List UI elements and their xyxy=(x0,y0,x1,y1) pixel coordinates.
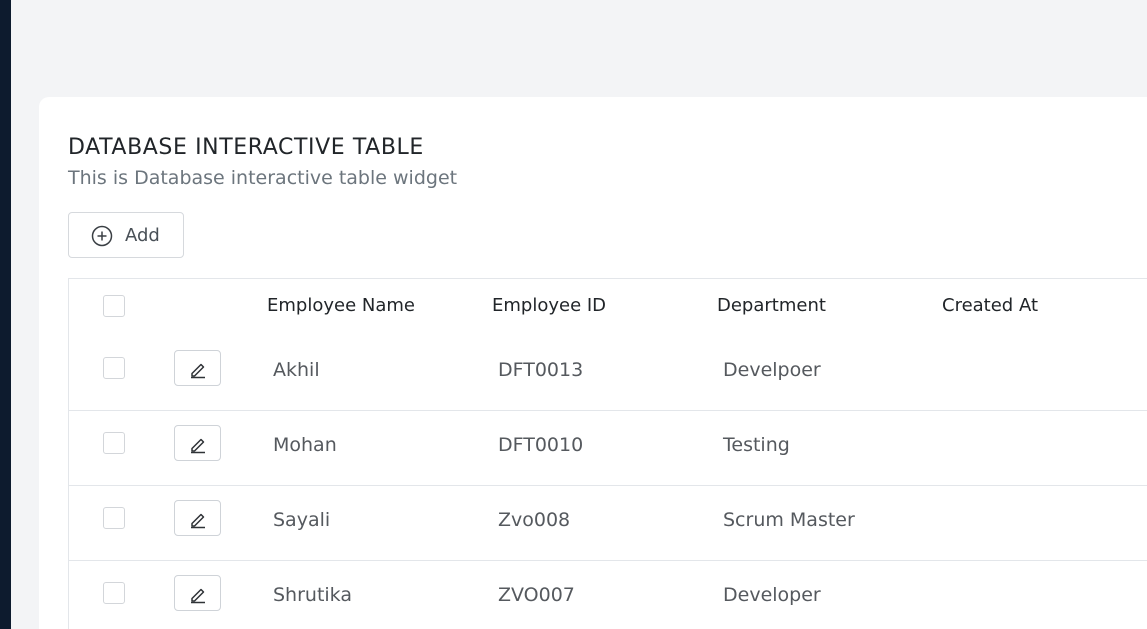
employee-table: Employee Name Employee ID Department Cre… xyxy=(68,278,1147,629)
pencil-icon xyxy=(191,513,205,529)
cell-employee-id: DFT0010 xyxy=(498,434,584,456)
left-sidebar-rail xyxy=(0,0,11,629)
column-header-created-at[interactable]: Created At xyxy=(942,295,1038,316)
cell-department: Develpoer xyxy=(723,359,821,381)
row-checkbox[interactable] xyxy=(103,507,125,529)
edit-button[interactable] xyxy=(174,425,221,461)
select-all-checkbox[interactable] xyxy=(103,295,125,317)
cell-employee-name: Mohan xyxy=(273,434,337,456)
table-row: Mohan DFT0010 Testing xyxy=(69,411,1147,486)
column-header-employee-name[interactable]: Employee Name xyxy=(267,295,415,316)
cell-employee-name: Akhil xyxy=(273,359,320,381)
cell-employee-id: DFT0013 xyxy=(498,359,584,381)
pencil-icon xyxy=(191,363,205,379)
plus-circle-icon xyxy=(91,225,113,247)
widget-title: DATABASE INTERACTIVE TABLE xyxy=(68,135,424,160)
pencil-icon xyxy=(191,438,205,454)
add-button[interactable]: Add xyxy=(68,212,184,258)
column-header-employee-id[interactable]: Employee ID xyxy=(492,295,606,316)
table-row: Akhil DFT0013 Develpoer xyxy=(69,336,1147,411)
cell-employee-id: ZVO007 xyxy=(498,584,575,606)
add-button-label: Add xyxy=(125,225,160,246)
cell-employee-name: Sayali xyxy=(273,509,331,531)
row-checkbox[interactable] xyxy=(103,582,125,604)
cell-employee-id: Zvo008 xyxy=(498,509,571,531)
cell-department: Testing xyxy=(723,434,790,456)
cell-employee-name: Shrutika xyxy=(273,584,352,606)
row-checkbox[interactable] xyxy=(103,432,125,454)
table-header: Employee Name Employee ID Department Cre… xyxy=(69,279,1147,335)
table-row: Sayali Zvo008 Scrum Master xyxy=(69,486,1147,561)
widget-subtitle: This is Database interactive table widge… xyxy=(68,167,458,189)
edit-button[interactable] xyxy=(174,575,221,611)
row-checkbox[interactable] xyxy=(103,357,125,379)
table-row: Shrutika ZVO007 Developer xyxy=(69,561,1147,629)
pencil-icon xyxy=(191,588,205,604)
edit-button[interactable] xyxy=(174,500,221,536)
cell-department: Scrum Master xyxy=(723,509,855,531)
column-header-department[interactable]: Department xyxy=(717,295,826,316)
edit-button[interactable] xyxy=(174,350,221,386)
cell-department: Developer xyxy=(723,584,821,606)
database-table-widget: DATABASE INTERACTIVE TABLE This is Datab… xyxy=(39,97,1147,629)
